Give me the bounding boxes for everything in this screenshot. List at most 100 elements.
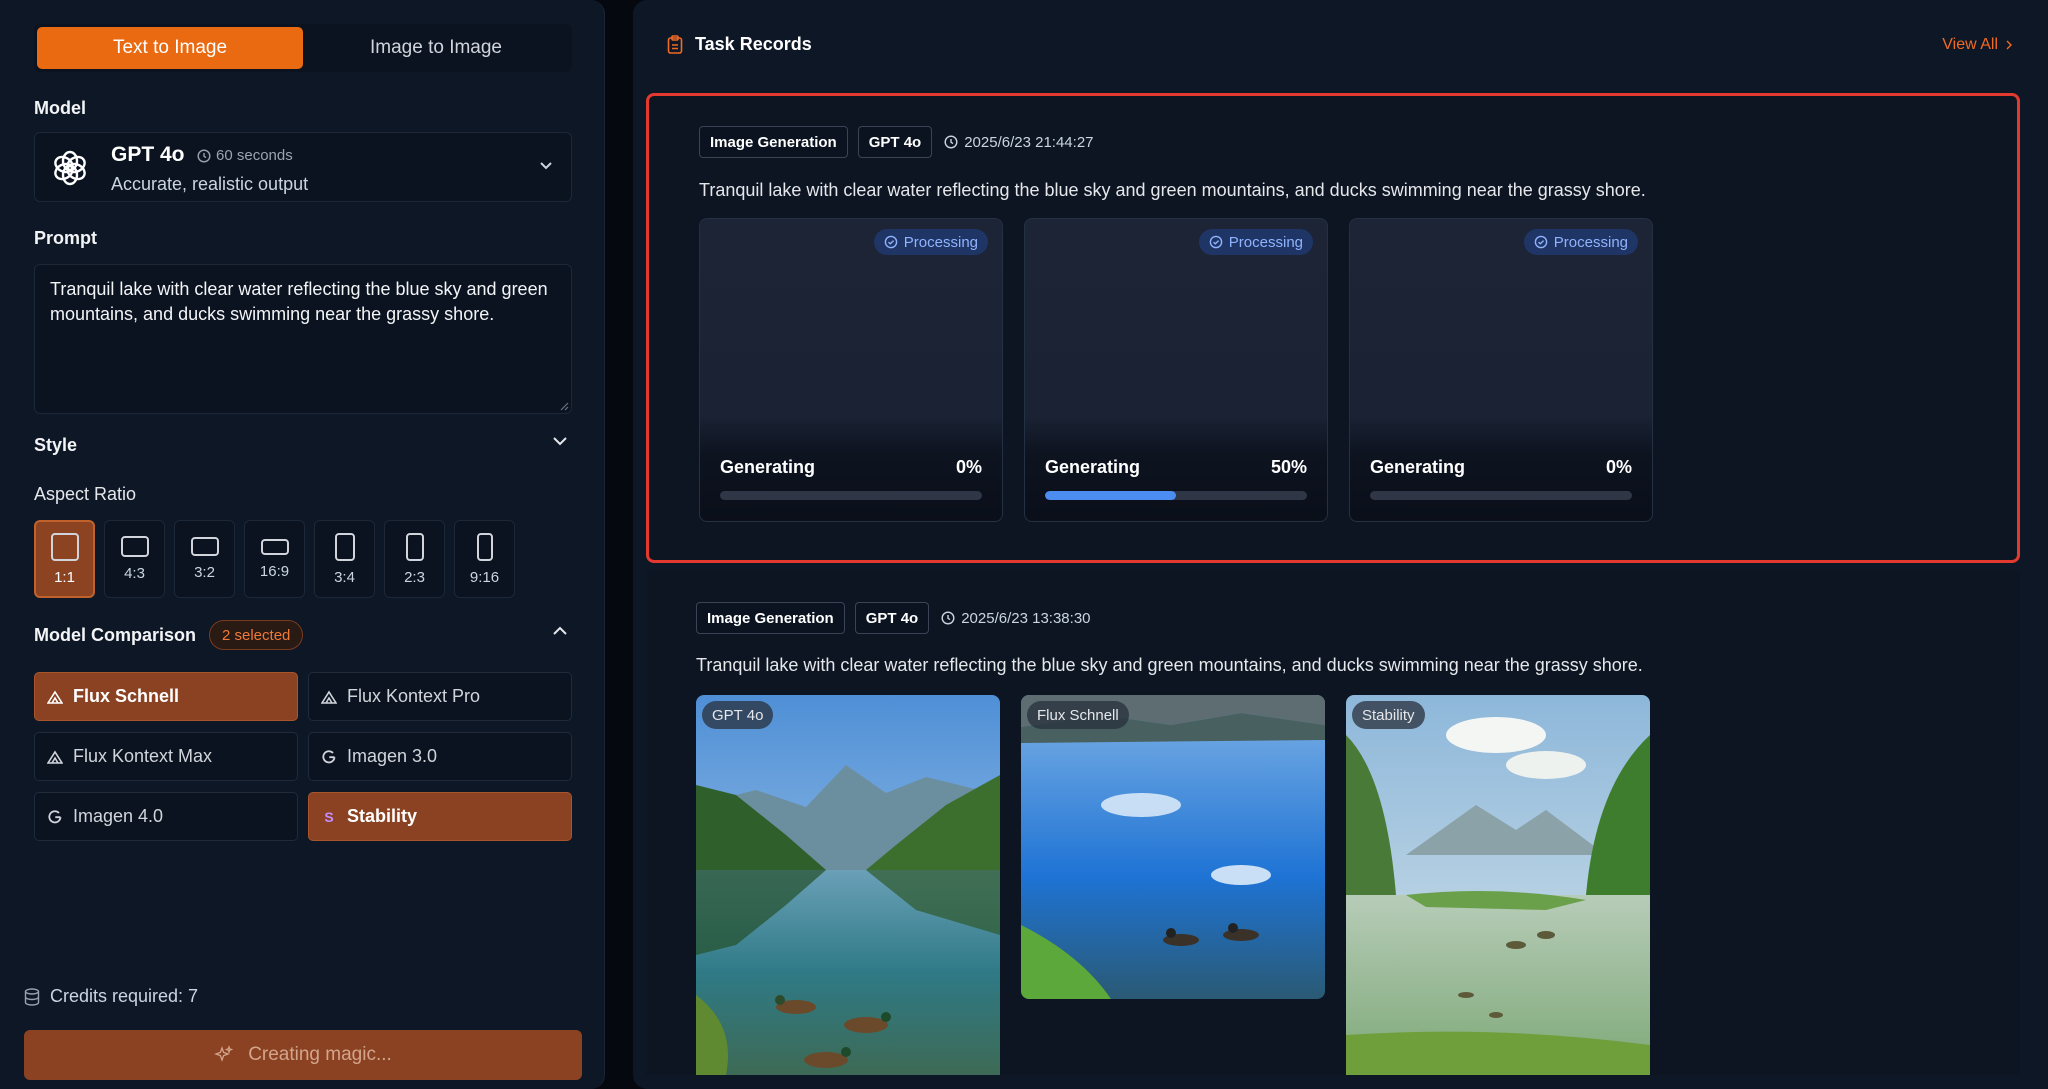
lake-landscape-image	[696, 695, 1000, 1075]
ratio-9-16[interactable]: 9:16	[454, 520, 515, 598]
resize-handle-icon[interactable]	[559, 401, 569, 411]
ratio-3-2[interactable]: 3:2	[174, 520, 235, 598]
image-model-label: Stability	[1352, 701, 1425, 729]
flux-icon	[47, 750, 63, 764]
tab-image-to-image[interactable]: Image to Image	[303, 27, 569, 69]
model-option-imagen-3[interactable]: Imagen 3.0	[308, 732, 572, 781]
task-meta: Image Generation GPT 4o 2025/6/23 21:44:…	[699, 126, 1094, 158]
credits-required: Credits required: 7	[24, 986, 198, 1007]
processing-icon	[1209, 235, 1223, 249]
model-time: 60 seconds	[197, 147, 293, 164]
view-all-label: View All	[1942, 36, 1998, 53]
generating-label: Generating	[1370, 457, 1466, 477]
generating-label: Generating	[720, 457, 816, 477]
ratio-label: 3:2	[194, 564, 215, 581]
task-prompt: Tranquil lake with clear water reflectin…	[699, 180, 1646, 200]
model-option-flux-kontext-pro[interactable]: Flux Kontext Pro	[308, 672, 572, 721]
processing-icon	[1534, 235, 1548, 249]
ratio-wide-icon	[260, 538, 289, 555]
model-label: Model	[34, 98, 86, 118]
generation-job: Processing Generating 0%	[699, 218, 1003, 522]
lake-landscape-image	[1021, 695, 1325, 999]
image-model-label: Flux Schnell	[1027, 701, 1129, 729]
clock-icon	[197, 148, 211, 163]
generate-button-label: Creating magic...	[248, 1044, 392, 1065]
model-option-imagen-4[interactable]: Imagen 4.0	[34, 792, 298, 841]
database-icon	[24, 987, 40, 1006]
result-image-stability[interactable]: Stability	[1346, 695, 1650, 1075]
task-date-text: 2025/6/23 21:44:27	[964, 133, 1094, 151]
prompt-label: Prompt	[34, 228, 97, 248]
tab-text-to-image[interactable]: Text to Image	[37, 27, 303, 69]
stability-icon: S	[324, 808, 334, 825]
style-label[interactable]: Style	[34, 435, 77, 456]
task-card: Image Generation GPT 4o 2025/6/23 21:44:…	[646, 93, 2020, 563]
ratio-label: 1:1	[54, 568, 75, 586]
ratio-label: 2:3	[404, 568, 425, 586]
generate-button[interactable]: Creating magic...	[24, 1030, 582, 1080]
result-image-gpt4o[interactable]: GPT 4o	[696, 695, 1000, 1075]
model-option-label: Imagen 4.0	[73, 806, 164, 826]
ratio-3-4[interactable]: 3:4	[314, 520, 375, 598]
google-icon	[48, 809, 62, 823]
task-prompt: Tranquil lake with clear water reflectin…	[696, 655, 1643, 675]
chevron-right-icon	[2006, 40, 2012, 50]
ratio-landscape-icon	[120, 536, 149, 557]
task-records-header: Task Records	[667, 34, 812, 55]
chevron-down-icon	[540, 162, 552, 170]
ratio-label: 4:3	[124, 565, 145, 582]
generation-job: Processing Generating 50%	[1024, 218, 1328, 522]
ratio-portrait-icon	[405, 532, 424, 561]
processing-label: Processing	[1228, 233, 1303, 251]
model-option-label: Stability	[347, 806, 418, 826]
chevron-up-icon[interactable]	[552, 626, 568, 636]
task-type-tag: Image Generation	[696, 602, 845, 634]
ratio-label: 9:16	[469, 568, 500, 586]
model-name: GPT 4o	[111, 143, 185, 166]
sparkles-icon	[214, 1045, 234, 1062]
model-option-label: Flux Schnell	[73, 686, 180, 706]
credits-text: Credits required: 7	[50, 986, 199, 1006]
model-select[interactable]: GPT 4o 60 seconds Accurate, realistic ou…	[34, 132, 572, 202]
processing-badge: Processing	[1198, 229, 1313, 255]
clock-icon	[941, 611, 955, 625]
model-option-label: Flux Kontext Max	[73, 746, 213, 766]
ratio-tall-icon	[476, 532, 493, 561]
generating-label: Generating	[1045, 457, 1141, 477]
processing-badge: Processing	[873, 229, 988, 255]
ratio-4-3[interactable]: 4:3	[104, 520, 165, 598]
task-records-panel: Task Records View All Image Generation G…	[633, 0, 2048, 1089]
progress-percent: 0%	[955, 457, 982, 477]
aspect-ratio-options: 1:1 4:3 3:2 16:9 3:4 2:3 9:16	[34, 520, 515, 598]
progress-bar	[1045, 491, 1307, 500]
processing-badge: Processing	[1523, 229, 1638, 255]
result-image-flux-schnell[interactable]: Flux Schnell	[1021, 695, 1325, 999]
ratio-2-3[interactable]: 2:3	[384, 520, 445, 598]
generator-panel: Text to Image Image to Image Model GPT 4…	[0, 0, 605, 1089]
openai-logo-icon	[54, 150, 86, 186]
task-date-text: 2025/6/23 13:38:30	[961, 609, 1091, 627]
prompt-textarea[interactable]: Tranquil lake with clear water reflectin…	[34, 264, 572, 414]
progress-fill	[1045, 491, 1176, 500]
progress-percent: 50%	[1270, 457, 1307, 477]
processing-label: Processing	[903, 233, 978, 251]
ratio-16-9[interactable]: 16:9	[244, 520, 305, 598]
progress-bar	[720, 491, 982, 500]
model-time-text: 60 seconds	[216, 147, 293, 164]
chevron-down-icon[interactable]	[552, 436, 568, 446]
ratio-square-icon	[50, 532, 79, 561]
aspect-ratio-label: Aspect Ratio	[34, 484, 137, 504]
ratio-1-1[interactable]: 1:1	[34, 520, 95, 598]
view-all-link[interactable]: View All	[1942, 36, 2012, 54]
model-option-flux-schnell[interactable]: Flux Schnell	[34, 672, 298, 721]
flux-icon	[47, 690, 63, 704]
model-option-stability[interactable]: S Stability	[308, 792, 572, 841]
processing-icon	[884, 235, 898, 249]
progress-percent: 0%	[1605, 457, 1632, 477]
ratio-label: 3:4	[334, 568, 355, 586]
mode-tabs: Text to Image Image to Image	[34, 24, 572, 72]
generation-job: Processing Generating 0%	[1349, 218, 1653, 522]
model-option-flux-kontext-max[interactable]: Flux Kontext Max	[34, 732, 298, 781]
ratio-label: 16:9	[259, 562, 290, 580]
task-model-tag: GPT 4o	[857, 126, 933, 158]
